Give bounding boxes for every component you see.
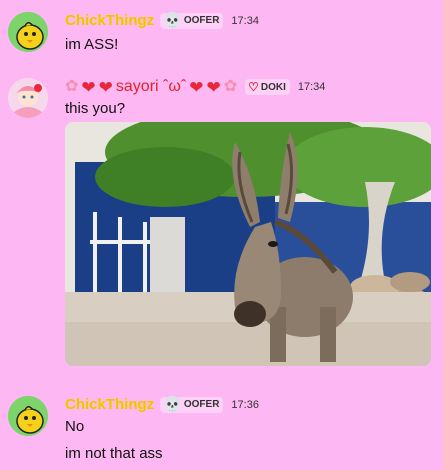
timestamp: 17:36 <box>231 398 259 411</box>
heart-icon: ❤ <box>81 77 96 97</box>
message-text: im ASS! <box>65 36 119 53</box>
skull-icon: 💀 <box>163 12 182 29</box>
chick-avatar[interactable] <box>8 12 48 52</box>
heart-icon: ❤ <box>206 77 221 97</box>
skull-icon: 💀 <box>163 396 182 413</box>
donkey-photo <box>65 122 431 366</box>
sayori-avatar[interactable] <box>8 78 48 118</box>
guild-tag-label: OOFER <box>183 399 220 410</box>
message-header: ChickThingz 💀 OOFER 17:36 <box>65 396 259 413</box>
image-attachment[interactable] <box>65 122 431 366</box>
heart-icon: ❤ <box>189 77 204 97</box>
guild-tag[interactable]: ♡ DOKI <box>245 79 290 95</box>
message-text: this you? <box>65 100 126 117</box>
message-header: ChickThingz 💀 OOFER 17:34 <box>65 12 259 29</box>
heart-icon: ❤ <box>98 77 113 97</box>
heart-outline-icon: ♡ <box>248 80 259 94</box>
guild-tag[interactable]: 💀 OOFER <box>160 396 224 413</box>
guild-tag-label: DOKI <box>260 81 286 93</box>
message-text: im not that ass <box>65 445 163 462</box>
guild-tag-label: OOFER <box>183 15 220 26</box>
message-text: No <box>65 418 85 435</box>
flower-icon: ✿ <box>223 78 238 95</box>
username[interactable]: ChickThingz <box>65 396 154 413</box>
username[interactable]: sayori ˆωˆ <box>116 78 186 96</box>
timestamp: 17:34 <box>297 81 326 93</box>
chick-avatar[interactable] <box>8 396 48 436</box>
timestamp: 17:34 <box>231 14 259 27</box>
flower-icon: ✿ <box>65 78 79 95</box>
username[interactable]: ChickThingz <box>65 12 154 29</box>
guild-tag[interactable]: 💀 OOFER <box>160 12 224 29</box>
message-header: ✿ ❤ ❤ sayori ˆωˆ ❤ ❤ ✿ ♡ DOKI 17:34 <box>65 78 325 96</box>
